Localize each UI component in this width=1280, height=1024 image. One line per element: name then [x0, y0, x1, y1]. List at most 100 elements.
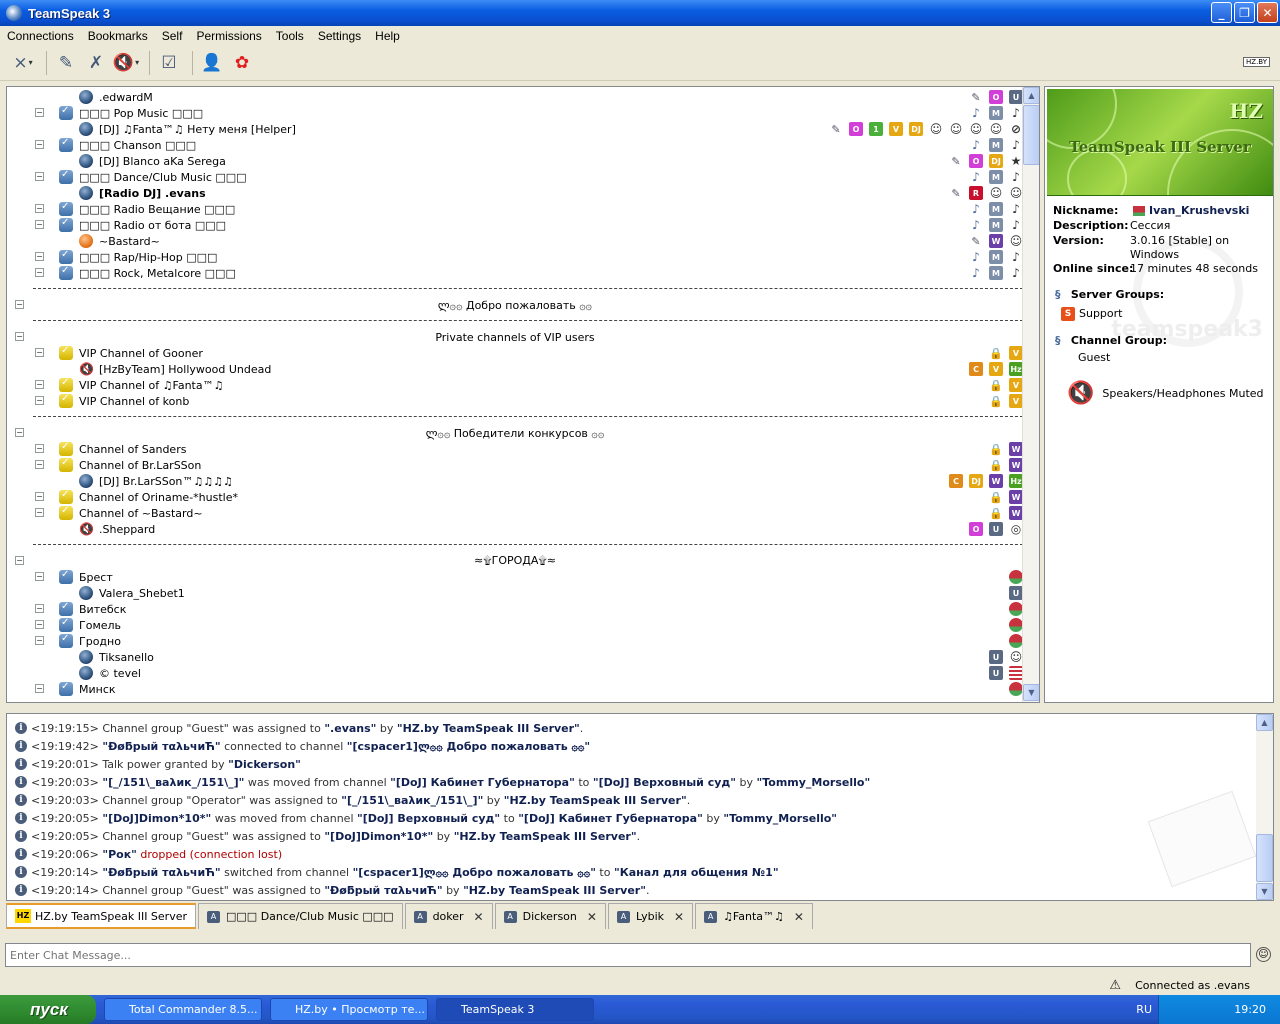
close-tab-icon[interactable]: ✕	[587, 910, 597, 924]
collapse-toggle[interactable]: −	[35, 604, 44, 613]
channel-item[interactable]: − Брест	[7, 569, 1023, 585]
collapse-toggle[interactable]: −	[35, 268, 44, 277]
maximize-button[interactable]: ❐	[1234, 2, 1255, 23]
connect-icon[interactable]: ✎	[53, 50, 79, 76]
collapse-toggle[interactable]: −	[35, 204, 44, 213]
log-segment[interactable]: "[_/151\_ваλик_/151\_]"	[341, 794, 483, 807]
collapse-toggle[interactable]: −	[15, 428, 24, 437]
spacer-channel[interactable]: ≈۩ГОРОДА۩≈ −	[7, 553, 1023, 569]
spacer-channel[interactable]: Private channels of VIP users −	[7, 329, 1023, 345]
log-segment[interactable]: "[cspacer1]ლ۞۞ Добро пожаловать ۞۞"	[353, 866, 596, 879]
collapse-toggle[interactable]: −	[35, 492, 44, 501]
disconnect-icon[interactable]: ⨯	[10, 50, 36, 76]
collapse-toggle[interactable]: −	[35, 444, 44, 453]
contacts-icon[interactable]: 👤	[199, 50, 225, 76]
client-item[interactable]: ~Bastard~ ✎ W ☺	[7, 233, 1023, 249]
menu-connections[interactable]: Connections	[0, 29, 81, 43]
collapse-toggle[interactable]: −	[35, 620, 44, 629]
menu-bookmarks[interactable]: Bookmarks	[81, 29, 155, 43]
channel-item[interactable]: − Витебск	[7, 601, 1023, 617]
log-segment[interactable]: "Ðøƃрый тαλьчиЋ"	[102, 866, 220, 879]
collapse-toggle[interactable]: −	[35, 140, 44, 149]
log-segment[interactable]: "Tommy_Morsello"	[757, 776, 871, 789]
log-segment[interactable]: "Ðøƃрый тαλьчиЋ"	[324, 884, 442, 897]
log-segment[interactable]: "[DoJ] Кабинет Губернатора"	[390, 776, 575, 789]
log-segment[interactable]: "[_/151\_ваλик_/151\_]"	[102, 776, 244, 789]
collapse-toggle[interactable]: −	[15, 300, 24, 309]
chat-tab[interactable]: A □□□ Dance/Club Music □□□	[198, 903, 403, 929]
log-segment[interactable]: "HZ.by TeamSpeak III Server"	[463, 884, 646, 897]
menu-self[interactable]: Self	[155, 29, 190, 43]
channel-item[interactable]: −VIP Channel of konb🔒V	[7, 393, 1023, 409]
away-icon[interactable]: ☑	[156, 50, 182, 76]
channel-item[interactable]: −Channel of Oriname-*hustle*🔒W	[7, 489, 1023, 505]
chat-tab[interactable]: A Lybik ✕	[607, 903, 694, 929]
client-item[interactable]: [Radio DJ] .evans ✎ R ☺ ☺	[7, 185, 1023, 201]
scroll-thumb[interactable]	[1256, 834, 1273, 882]
menu-tools[interactable]: Tools	[269, 29, 311, 43]
language-indicator[interactable]: RU	[1136, 1003, 1152, 1016]
log-segment[interactable]: "[DoJ] Верховный суд"	[593, 776, 736, 789]
channel-item[interactable]: − □□□ Pop Music □□□ ♪ M ♪	[7, 105, 1023, 121]
menu-help[interactable]: Help	[368, 29, 407, 43]
channel-item[interactable]: −VIP Channel of ♫Fanta™♫🔒V	[7, 377, 1023, 393]
scroll-up-button[interactable]: ▲	[1256, 714, 1273, 731]
close-tab-icon[interactable]: ✕	[794, 910, 804, 924]
chat-tab[interactable]: HZ HZ.by TeamSpeak III Server	[6, 903, 197, 929]
close-button[interactable]: ✕	[1257, 2, 1278, 23]
mute-speakers-icon[interactable]: 🔇	[113, 50, 139, 76]
channel-item[interactable]: − □□□ Rap/Hip-Hop □□□ ♪ M ♪	[7, 249, 1023, 265]
minimize-button[interactable]: _	[1211, 2, 1232, 23]
collapse-toggle[interactable]: −	[15, 556, 24, 565]
collapse-toggle[interactable]: −	[35, 252, 44, 261]
client-item[interactable]: © tevel U	[7, 665, 1023, 681]
tree-scrollbar[interactable]: ▲ ▼	[1022, 87, 1039, 702]
log-segment[interactable]: "Рок"	[102, 848, 137, 861]
client-item[interactable]: [DJ] Blanco aKa Serega ✎ O DJ ★	[7, 153, 1023, 169]
mute-mic-icon[interactable]: ✗	[83, 50, 109, 76]
channel-item[interactable]: − Гомель	[7, 617, 1023, 633]
chat-message-input[interactable]	[5, 943, 1251, 967]
spacer-channel[interactable]: ლ۞۞ Добро пожаловать ۞۞ −	[7, 297, 1023, 313]
collapse-toggle[interactable]: −	[35, 508, 44, 517]
log-segment[interactable]: "HZ.by TeamSpeak III Server"	[397, 722, 580, 735]
client-item[interactable]: Valera_Shebet1 U	[7, 585, 1023, 601]
collapse-toggle[interactable]: −	[35, 220, 44, 229]
scroll-down-button[interactable]: ▼	[1256, 883, 1273, 900]
collapse-toggle[interactable]: −	[35, 396, 44, 405]
channel-item[interactable]: −Channel of Br.LarSSon🔒W	[7, 457, 1023, 473]
log-segment[interactable]: "Dickerson"	[228, 758, 301, 771]
menu-permissions[interactable]: Permissions	[189, 29, 268, 43]
collapse-toggle[interactable]: −	[35, 380, 44, 389]
spacer-channel[interactable]: ლ۞۞ Победители конкурсов ۞۞ −	[7, 425, 1023, 441]
taskbar-task[interactable]: Total Commander 8.5...	[104, 998, 262, 1021]
channel-item[interactable]: − □□□ Radio от бота □□□ ♪ M ♪	[7, 217, 1023, 233]
channel-item[interactable]: − Минск	[7, 681, 1023, 697]
log-segment[interactable]: "HZ.by TeamSpeak III Server"	[454, 830, 637, 843]
log-segment[interactable]: "Канал для общения №1"	[614, 866, 779, 879]
collapse-toggle[interactable]: −	[35, 636, 44, 645]
warning-icon[interactable]: ⚠	[1109, 978, 1121, 993]
chat-tab[interactable]: Adoker ✕	[404, 903, 493, 929]
log-segment[interactable]: "[cspacer1]ლ۞۞ Добро пожаловать ۞۞"	[347, 740, 590, 753]
collapse-toggle[interactable]: −	[35, 172, 44, 181]
scroll-down-button[interactable]: ▼	[1023, 684, 1039, 701]
menu-settings[interactable]: Settings	[311, 29, 368, 43]
collapse-toggle[interactable]: −	[35, 460, 44, 469]
collapse-toggle[interactable]: −	[35, 684, 44, 693]
client-item[interactable]: [DJ] Br.LarSSon™♫♫♫♫ C DJ W Hz	[7, 473, 1023, 489]
scroll-up-button[interactable]: ▲	[1023, 87, 1039, 104]
log-segment[interactable]: "HZ.by TeamSpeak III Server"	[504, 794, 687, 807]
client-item[interactable]: [DJ] ♫Fanta™♫ Нету меня [Helper] ✎ O 1 V DJ ☺ ☺…	[7, 121, 1023, 137]
log-scrollbar[interactable]: ▲ ▼	[1256, 714, 1273, 900]
client-item[interactable]: 🔇 .Sheppard O U ◎	[7, 521, 1023, 537]
client-item[interactable]: 🔇 [HzByTeam] Hollywood Undead C V Hz	[7, 361, 1023, 377]
chat-tab[interactable]: A Dickerson ✕	[494, 903, 606, 929]
collapse-toggle[interactable]: −	[35, 572, 44, 581]
client-item[interactable]: Tiksanello U ☺	[7, 649, 1023, 665]
channel-item[interactable]: − Гродно	[7, 633, 1023, 649]
taskbar-task[interactable]: HZ.by • Просмотр те...	[270, 998, 428, 1021]
taskbar-task[interactable]: TeamSpeak 3	[436, 998, 594, 1021]
channel-item[interactable]: − □□□ Radio Вещание □□□ ♪ M ♪	[7, 201, 1023, 217]
channel-item[interactable]: −Channel of Sanders🔒W	[7, 441, 1023, 457]
